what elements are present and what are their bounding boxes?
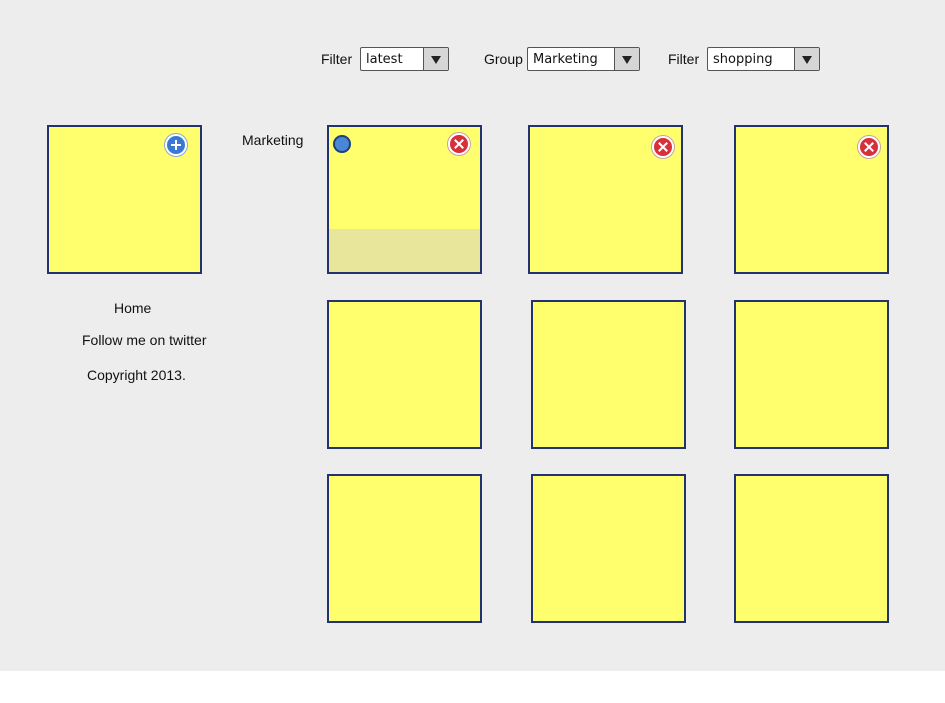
filter-latest-value: latest: [366, 52, 403, 67]
sticky-note[interactable]: [734, 474, 889, 623]
radio-dot-icon[interactable]: [333, 135, 351, 153]
group-value: Marketing: [533, 52, 598, 67]
new-note-card[interactable]: [47, 125, 202, 274]
home-link[interactable]: Home: [114, 300, 151, 316]
filter-label: Filter: [321, 51, 353, 67]
close-icon[interactable]: [448, 133, 470, 155]
close-icon[interactable]: [858, 136, 880, 158]
filter-label-2: Filter: [668, 51, 700, 67]
sticky-note[interactable]: [531, 300, 686, 449]
chevron-down-icon[interactable]: [423, 48, 448, 70]
sticky-note[interactable]: [327, 300, 482, 449]
filter-shopping-select[interactable]: shopping: [707, 47, 820, 71]
chevron-down-icon[interactable]: [794, 48, 819, 70]
copyright-text: Copyright 2013.: [87, 367, 186, 383]
sticky-note[interactable]: [734, 300, 889, 449]
add-icon[interactable]: [165, 134, 187, 156]
chevron-down-icon[interactable]: [614, 48, 639, 70]
twitter-link[interactable]: Follow me on twitter: [82, 332, 206, 348]
group-select[interactable]: Marketing: [527, 47, 640, 71]
group-heading: Marketing: [242, 132, 304, 148]
sticky-note[interactable]: [531, 474, 686, 623]
sticky-note[interactable]: [734, 125, 889, 274]
sticky-note[interactable]: [327, 125, 482, 274]
filter-shopping-value: shopping: [713, 52, 773, 67]
close-icon[interactable]: [652, 136, 674, 158]
filter-latest-select[interactable]: latest: [360, 47, 449, 71]
note-footer: [329, 229, 480, 272]
group-label: Group: [484, 51, 523, 67]
sticky-note[interactable]: [327, 474, 482, 623]
sticky-note[interactable]: [528, 125, 683, 274]
app-canvas: Filter latest Group Marketing Filter sho…: [0, 0, 945, 671]
